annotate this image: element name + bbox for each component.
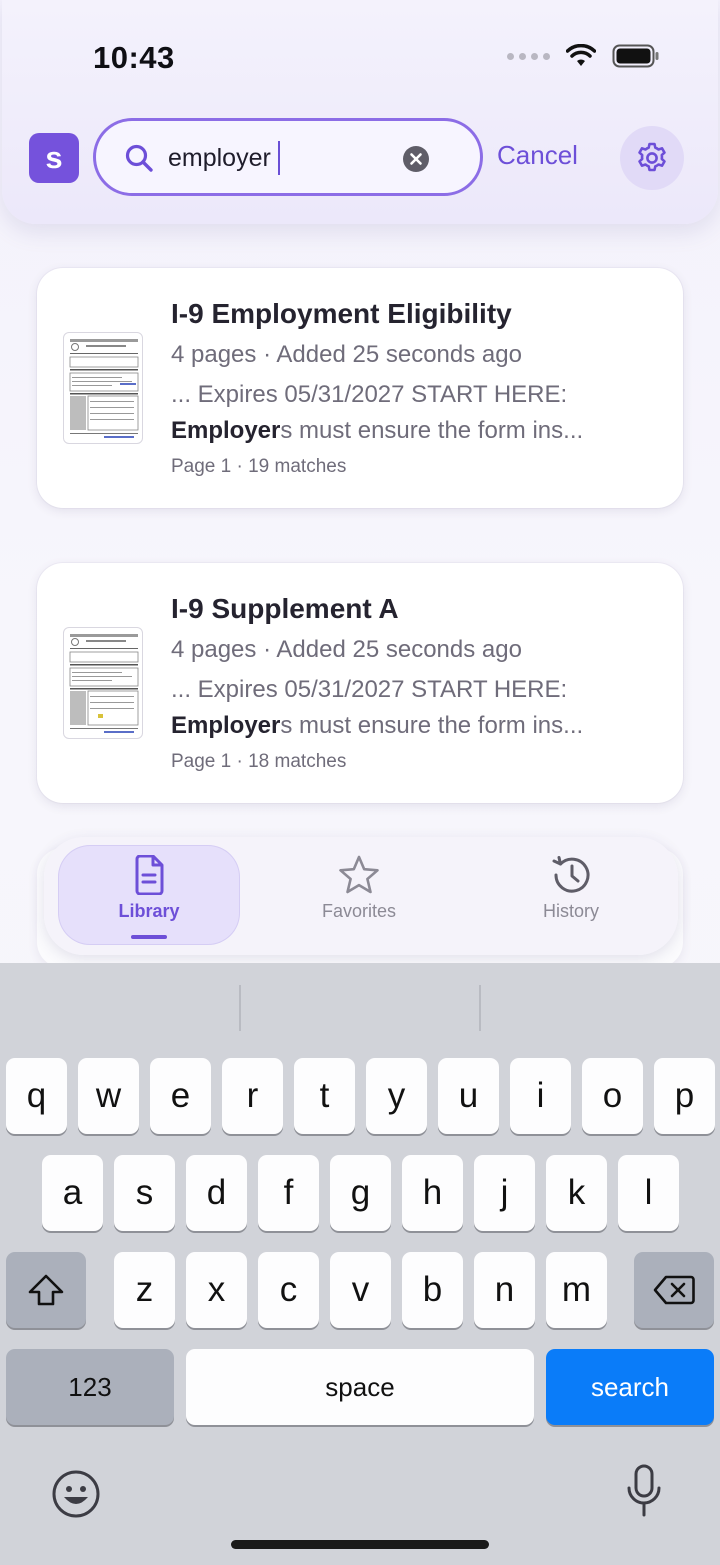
key-f[interactable]: f: [258, 1155, 319, 1231]
home-indicator[interactable]: [231, 1540, 489, 1549]
delete-key[interactable]: [634, 1252, 714, 1328]
document-thumbnail: [63, 627, 143, 739]
search-field[interactable]: [93, 118, 483, 196]
suggestion-divider: [239, 985, 241, 1031]
key-l[interactable]: l: [618, 1155, 679, 1231]
star-icon: [339, 855, 379, 894]
tab-history[interactable]: History: [480, 845, 662, 945]
key-v[interactable]: v: [330, 1252, 391, 1328]
space-key[interactable]: space: [186, 1349, 534, 1425]
result-page-info: Page 1 · 18 matches: [171, 751, 347, 772]
search-match-highlight: Employer: [171, 712, 281, 739]
microphone-icon[interactable]: [624, 1463, 664, 1521]
wifi-icon: [566, 44, 596, 66]
key-g[interactable]: g: [330, 1155, 391, 1231]
clock-history-icon: [552, 856, 590, 893]
key-u[interactable]: u: [438, 1058, 499, 1134]
search-input[interactable]: [168, 138, 398, 178]
shift-icon: [28, 1274, 64, 1306]
tab-label: Library: [118, 901, 180, 921]
key-d[interactable]: d: [186, 1155, 247, 1231]
key-a[interactable]: a: [42, 1155, 103, 1231]
status-time: 10:43: [93, 40, 175, 75]
gear-icon: [638, 142, 666, 172]
document-icon: [135, 855, 164, 895]
shift-key[interactable]: [6, 1252, 86, 1328]
key-m[interactable]: m: [546, 1252, 607, 1328]
result-snippet-line: ... Expires 05/31/2027 START HERE:: [171, 676, 568, 703]
cellular-signal-icon: [507, 52, 550, 60]
result-page-info: Page 1 · 19 matches: [171, 456, 347, 477]
backspace-icon: [653, 1275, 695, 1305]
tab-library[interactable]: Library: [58, 845, 240, 945]
active-tab-indicator: [131, 935, 167, 939]
settings-button[interactable]: [620, 126, 684, 190]
key-j[interactable]: j: [474, 1155, 535, 1231]
key-k[interactable]: k: [546, 1155, 607, 1231]
emoji-icon[interactable]: [51, 1469, 101, 1519]
result-title: I-9 Supplement A: [171, 593, 399, 624]
key-t[interactable]: t: [294, 1058, 355, 1134]
suggestion-divider: [479, 985, 481, 1031]
key-q[interactable]: q: [6, 1058, 67, 1134]
key-c[interactable]: c: [258, 1252, 319, 1328]
key-o[interactable]: o: [582, 1058, 643, 1134]
key-n[interactable]: n: [474, 1252, 535, 1328]
key-s[interactable]: s: [114, 1155, 175, 1231]
snippet-text: s must ensure the form ins...: [280, 417, 584, 444]
numbers-key[interactable]: 123: [6, 1349, 174, 1425]
key-e[interactable]: e: [150, 1058, 211, 1134]
key-h[interactable]: h: [402, 1155, 463, 1231]
result-meta: 4 pages · Added 25 seconds ago: [171, 636, 522, 663]
result-card[interactable]: I-9 Supplement A 4 pages · Added 25 seco…: [37, 563, 683, 803]
tab-label: Favorites: [321, 901, 397, 921]
key-p[interactable]: p: [654, 1058, 715, 1134]
result-title: I-9 Employment Eligibility: [171, 298, 512, 329]
onscreen-keyboard: q w e r t y u i o p a s d f g h j k l z …: [0, 963, 720, 1565]
result-snippet-line: Employers must ensure the form ins...: [171, 712, 583, 740]
app-logo[interactable]: s: [29, 133, 79, 183]
search-key[interactable]: search: [546, 1349, 714, 1425]
key-i[interactable]: i: [510, 1058, 571, 1134]
result-meta: 4 pages · Added 25 seconds ago: [171, 341, 522, 368]
key-y[interactable]: y: [366, 1058, 427, 1134]
battery-icon: [612, 44, 659, 68]
tab-bar: Library Favorites History: [44, 837, 678, 955]
search-icon: [125, 144, 153, 172]
result-snippet-line: ... Expires 05/31/2027 START HERE:: [171, 381, 568, 408]
document-thumbnail: [63, 332, 143, 444]
status-bar: 10:43: [0, 0, 720, 110]
text-caret: [278, 141, 280, 175]
key-x[interactable]: x: [186, 1252, 247, 1328]
key-b[interactable]: b: [402, 1252, 463, 1328]
tab-favorites[interactable]: Favorites: [268, 845, 450, 945]
result-snippet-line: Employers must ensure the form ins...: [171, 417, 583, 445]
cancel-button[interactable]: Cancel: [497, 140, 578, 171]
search-match-highlight: Employer: [171, 417, 281, 444]
clear-search-icon[interactable]: [402, 145, 430, 173]
status-icons: [507, 44, 660, 68]
tab-label: History: [542, 901, 599, 921]
key-w[interactable]: w: [78, 1058, 139, 1134]
key-z[interactable]: z: [114, 1252, 175, 1328]
key-r[interactable]: r: [222, 1058, 283, 1134]
result-card[interactable]: I-9 Employment Eligibility 4 pages · Add…: [37, 268, 683, 508]
snippet-text: s must ensure the form ins...: [280, 712, 584, 739]
